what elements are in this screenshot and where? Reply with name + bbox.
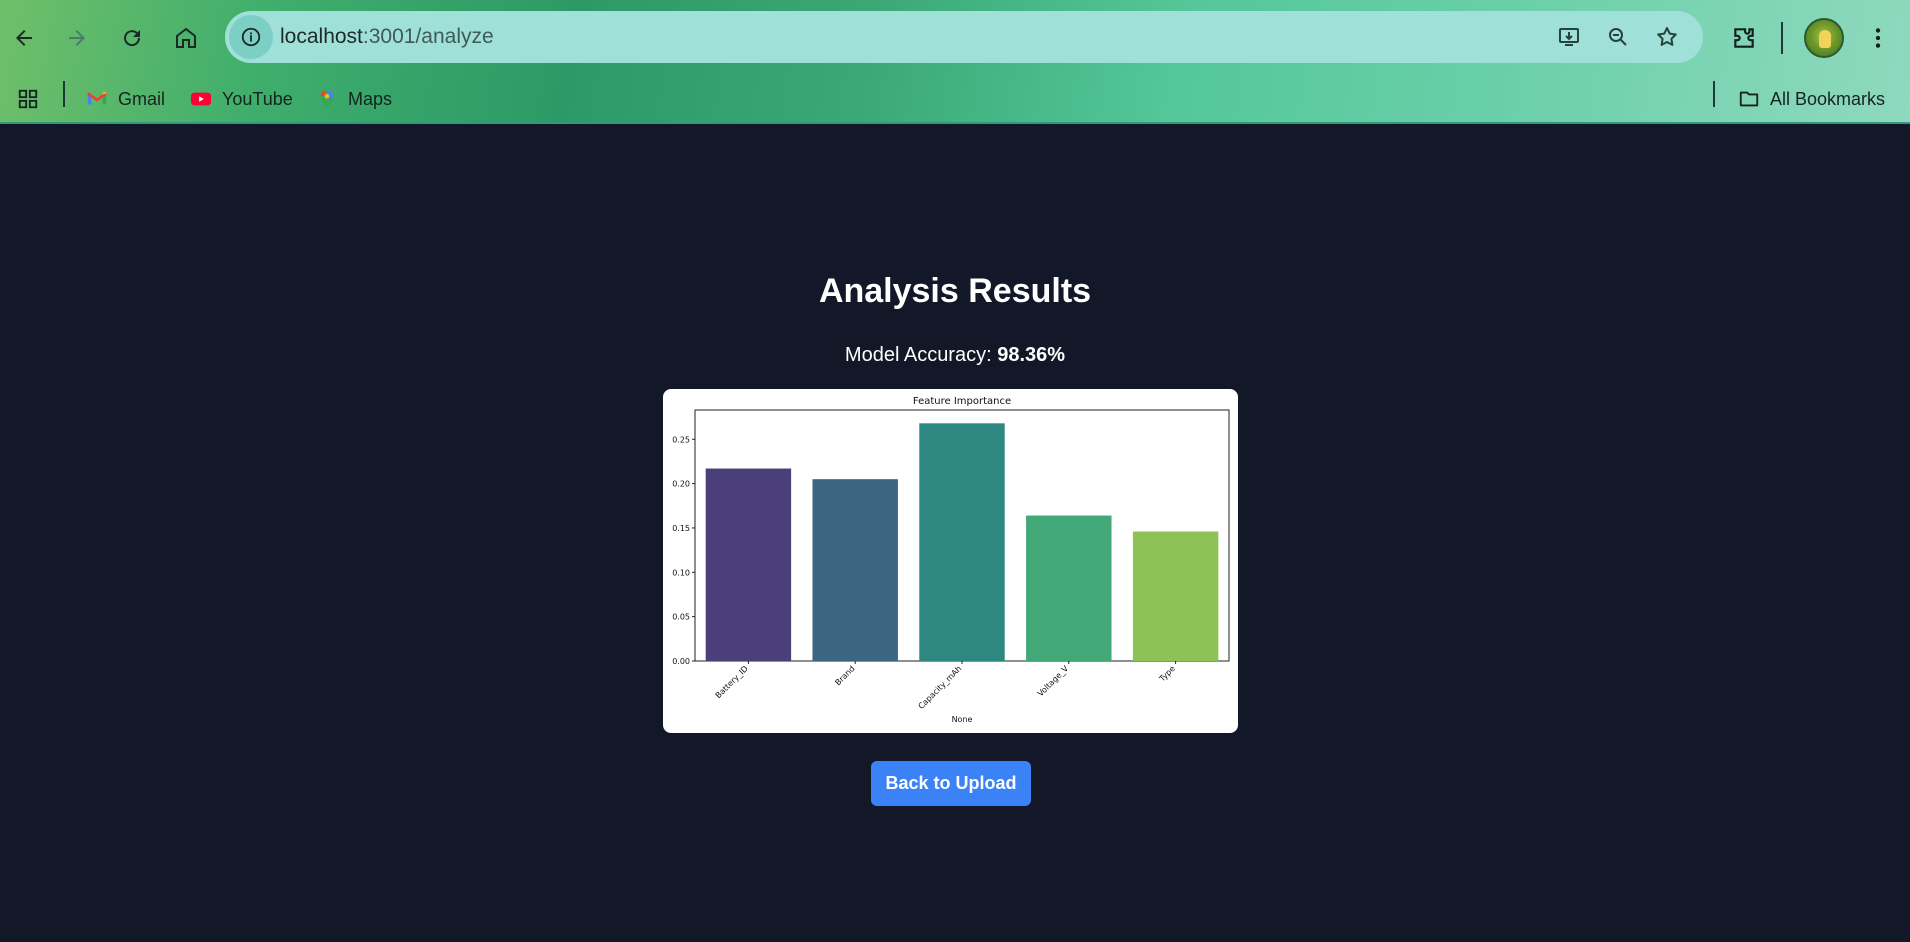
feature-importance-chart: Feature Importance 0.00 0.05 0.10 0.15 0.20 0.… xyxy=(672,396,1230,724)
url-host: localhost xyxy=(280,25,363,48)
folder-icon xyxy=(1739,91,1759,107)
home-icon xyxy=(176,27,196,48)
bar-type xyxy=(1132,531,1219,661)
zoom-icon xyxy=(1609,28,1627,46)
arrow-left-icon xyxy=(16,30,32,46)
x-tick-label: Voltage_V xyxy=(1036,664,1071,699)
chart-title: Feature Importance xyxy=(913,396,1011,407)
x-tick-label: Battery_ID xyxy=(714,664,750,700)
y-tick-label: 0.20 xyxy=(672,480,690,489)
accuracy-label: Model Accuracy: xyxy=(844,344,998,366)
kebab-menu-icon xyxy=(1875,28,1881,48)
page-content: Analysis Results Model Accuracy: 98.36% … xyxy=(0,124,1910,942)
extensions-button[interactable] xyxy=(1724,18,1764,58)
browser-menu-button[interactable] xyxy=(1858,18,1898,58)
bookmark-gmail[interactable]: Gmail xyxy=(86,84,165,114)
x-tick-label: Capacity_mAh xyxy=(917,664,964,711)
accuracy-value: 98.36% xyxy=(997,344,1066,366)
apps-button[interactable] xyxy=(17,84,39,114)
bookmarks-right-divider xyxy=(1713,81,1715,107)
browser-chrome: localhost:3001/analyze Gmail YouTube Map… xyxy=(0,0,1910,124)
model-accuracy: Model Accuracy: 98.36% xyxy=(0,344,1910,367)
toolbar-divider xyxy=(1781,22,1783,54)
forward-nav-button[interactable] xyxy=(57,18,97,58)
gmail-icon xyxy=(87,91,107,105)
all-bookmarks-label: All Bookmarks xyxy=(1770,88,1886,109)
install-icon xyxy=(1559,28,1579,46)
bookmark-maps[interactable]: Maps xyxy=(316,84,392,114)
url-path: :3001/analyze xyxy=(362,25,494,48)
bar-brand xyxy=(812,479,898,661)
bookmark-star-button[interactable] xyxy=(1653,23,1681,51)
star-icon xyxy=(1657,27,1677,46)
bar-voltage-v xyxy=(1026,515,1112,661)
y-tick-label: 0.10 xyxy=(672,568,690,577)
bookmarks-bar: Gmail YouTube Maps All Bookmarks xyxy=(0,76,1910,122)
feature-importance-chart-card: Feature Importance 0.00 0.05 0.10 0.15 0.20 0.… xyxy=(663,389,1238,733)
back-to-upload-button[interactable]: Back to Upload xyxy=(871,761,1031,806)
home-button[interactable] xyxy=(166,18,206,58)
y-tick-label: 0.25 xyxy=(672,435,690,444)
info-icon xyxy=(241,27,261,47)
address-bar[interactable]: localhost:3001/analyze xyxy=(225,11,1703,63)
youtube-icon xyxy=(190,92,212,106)
reload-button[interactable] xyxy=(112,18,152,58)
y-tick-label: 0.15 xyxy=(672,524,690,533)
bookmark-youtube-label: YouTube xyxy=(222,88,293,109)
install-app-button[interactable] xyxy=(1555,23,1583,51)
bookmark-youtube[interactable]: YouTube xyxy=(190,84,293,114)
x-tick-label: Brand xyxy=(833,664,856,687)
all-bookmarks-button[interactable]: All Bookmarks xyxy=(1738,84,1885,114)
puzzle-icon xyxy=(1734,28,1754,48)
x-tick-label: Type xyxy=(1157,664,1177,684)
site-info-button[interactable] xyxy=(229,15,273,59)
apps-grid-icon xyxy=(18,89,38,109)
bar-capacity-mah xyxy=(919,423,1005,661)
browser-toolbar: localhost:3001/analyze xyxy=(0,0,1910,76)
bar-battery-id xyxy=(705,468,792,661)
url-text[interactable]: localhost:3001/analyze xyxy=(280,25,494,49)
y-tick-label: 0.05 xyxy=(672,613,690,622)
arrow-right-icon xyxy=(69,30,85,46)
bookmark-maps-label: Maps xyxy=(348,88,393,109)
back-nav-button[interactable] xyxy=(4,18,44,58)
maps-icon xyxy=(320,89,334,109)
zoom-button[interactable] xyxy=(1604,23,1632,51)
profile-avatar[interactable] xyxy=(1804,18,1844,58)
reload-icon xyxy=(124,30,141,47)
page-title: Analysis Results xyxy=(818,272,1092,310)
bookmark-gmail-label: Gmail xyxy=(118,88,166,109)
y-tick-label: 0.00 xyxy=(672,657,690,666)
x-axis-label: None xyxy=(952,715,973,724)
bookmarks-divider xyxy=(63,81,65,107)
